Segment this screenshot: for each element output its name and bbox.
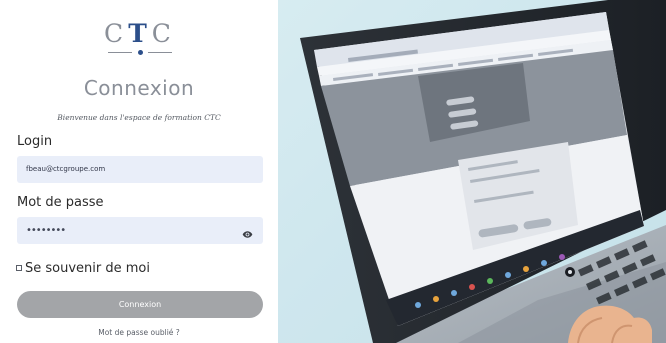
checkbox-icon[interactable] [16, 265, 22, 271]
hero-photo [278, 0, 666, 343]
ctc-logo: CTC [100, 20, 180, 70]
password-label: Mot de passe [17, 195, 104, 210]
laptop-photo-illustration [300, 0, 666, 343]
logo-underline-right [148, 52, 172, 53]
page-title: Connexion [83, 76, 195, 100]
login-page: CTC Connexion Bienvenue dans l'espace de… [0, 0, 666, 343]
login-panel: CTC Connexion Bienvenue dans l'espace de… [0, 0, 278, 343]
remember-me[interactable]: Se souvenir de moi [16, 260, 150, 276]
login-input[interactable]: fbeau@ctcgroupe.com [17, 156, 263, 183]
remember-me-label: Se souvenir de moi [25, 260, 150, 276]
logo-wordmark: CTC [104, 19, 176, 48]
password-input-value: •••••••• [26, 225, 66, 236]
login-label: Login [17, 134, 53, 149]
logo-dot [138, 50, 143, 55]
connexion-button[interactable]: Connexion [17, 291, 263, 318]
login-input-value: fbeau@ctcgroupe.com [26, 165, 106, 173]
forgot-password-link[interactable]: Mot de passe oublié ? [0, 328, 278, 337]
password-input[interactable]: •••••••• [17, 217, 263, 244]
welcome-subtitle: Bienvenue dans l'espace de formation CTC [57, 113, 221, 122]
eye-icon[interactable] [242, 225, 253, 238]
logo-underline-left [108, 52, 132, 53]
